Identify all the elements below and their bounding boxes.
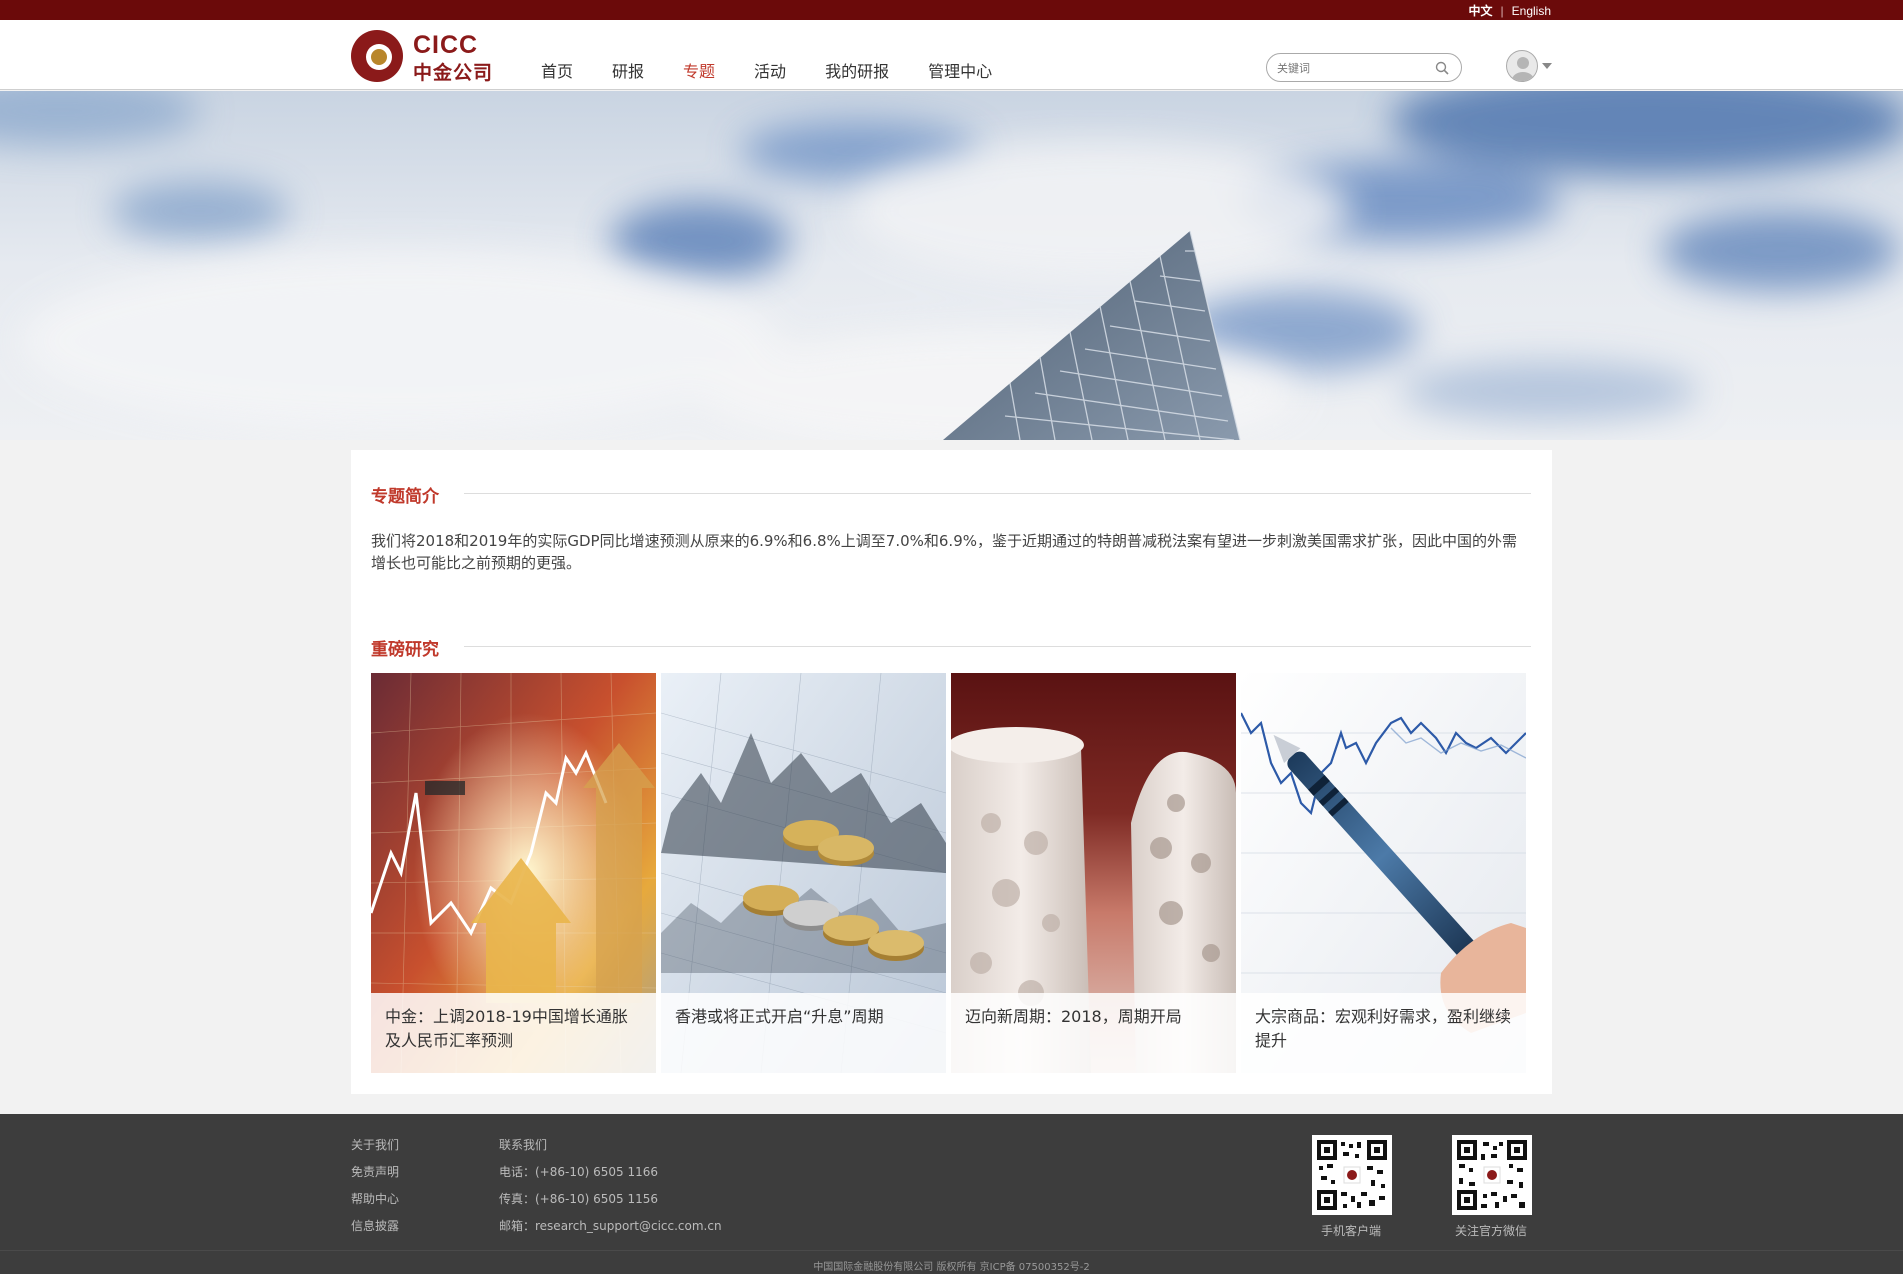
intro-section-title: 专题简介 [371, 487, 439, 507]
logo-text-en: CICC [413, 31, 479, 59]
footer-link-contact[interactable]: 联系我们 [499, 1136, 547, 1153]
site-header: CICC 中金公司 首页 研报 专题 活动 我的研报 管理中心 [0, 20, 1903, 90]
footer-link-disclaimer[interactable]: 免责声明 [351, 1163, 399, 1180]
footer-link-help[interactable]: 帮助中心 [351, 1190, 399, 1207]
nav-topics[interactable]: 专题 [683, 58, 715, 82]
user-menu[interactable] [1506, 50, 1552, 84]
footer-link-disclosure[interactable]: 信息披露 [351, 1217, 399, 1234]
copyright-text: 中国国际金融股份有限公司 版权所有 京ICP备 07500352号-2 [813, 1262, 1090, 1273]
qr-code-wechat-icon [1452, 1135, 1532, 1215]
nav-my-reports[interactable]: 我的研报 [825, 58, 889, 82]
featured-card[interactable]: 迈向新周期：2018，周期开局 [951, 673, 1236, 1073]
language-switcher: 中文 | English [1469, 2, 1552, 19]
nav-reports[interactable]: 研报 [612, 58, 644, 82]
footer-link-about[interactable]: 关于我们 [351, 1136, 399, 1153]
logo-text-cn: 中金公司 [413, 62, 494, 84]
search-icon[interactable] [1435, 61, 1449, 75]
featured-card-title: 迈向新周期：2018，周期开局 [951, 993, 1236, 1073]
search-box [1266, 53, 1462, 82]
lang-separator: | [1500, 4, 1504, 18]
hero-banner [0, 91, 1903, 440]
featured-card-title: 香港或将正式开启“升息”周期 [661, 993, 946, 1073]
featured-card-title: 中金：上调2018-19中国增长通胀及人民币汇率预测 [371, 993, 656, 1073]
nav-admin[interactable]: 管理中心 [928, 58, 992, 82]
user-avatar-icon [1506, 50, 1538, 82]
section-divider [464, 646, 1531, 647]
featured-card[interactable]: 中金：上调2018-19中国增长通胀及人民币汇率预测 [371, 673, 656, 1073]
content-card: 专题简介 我们将2018和2019年的实际GDP同比增速预测从原来的6.9%和6… [351, 450, 1552, 1094]
cicc-logo[interactable]: CICC 中金公司 [351, 30, 496, 84]
hero-image [0, 91, 1903, 440]
lang-en-link[interactable]: English [1512, 4, 1551, 18]
nav-events[interactable]: 活动 [754, 58, 786, 82]
featured-card[interactable]: 大宗商品：宏观利好需求，盈利继续提升 [1241, 673, 1526, 1073]
footer-divider [0, 1250, 1903, 1251]
featured-card[interactable]: 香港或将正式开启“升息”周期 [661, 673, 946, 1073]
qr-code-app-icon [1312, 1135, 1392, 1215]
featured-card-title: 大宗商品：宏观利好需求，盈利继续提升 [1241, 993, 1526, 1073]
chevron-down-icon [1542, 63, 1552, 69]
section-divider [464, 493, 1531, 494]
featured-section-title: 重磅研究 [371, 640, 439, 660]
site-footer: 关于我们 免责声明 帮助中心 信息披露 联系我们 电话：(+86-10) 650… [0, 1114, 1903, 1274]
search-input[interactable] [1277, 59, 1427, 77]
lang-zh-link[interactable]: 中文 [1469, 4, 1493, 18]
footer-fax: 传真：(+86-10) 6505 1156 [499, 1192, 658, 1206]
qr-label-wechat: 关注官方微信 [1455, 1224, 1528, 1238]
footer-phone: 电话：(+86-10) 6505 1166 [499, 1165, 658, 1179]
logo-mark-icon [351, 30, 403, 82]
top-bar: 中文 | English [0, 0, 1903, 20]
nav-home[interactable]: 首页 [541, 58, 573, 82]
footer-email[interactable]: 邮箱：research_support@cicc.com.cn [499, 1217, 722, 1234]
main-nav: 首页 研报 专题 活动 我的研报 管理中心 [541, 58, 1031, 82]
qr-label-app: 手机客户端 [1321, 1224, 1382, 1238]
intro-text: 我们将2018和2019年的实际GDP同比增速预测从原来的6.9%和6.8%上调… [371, 532, 1518, 572]
